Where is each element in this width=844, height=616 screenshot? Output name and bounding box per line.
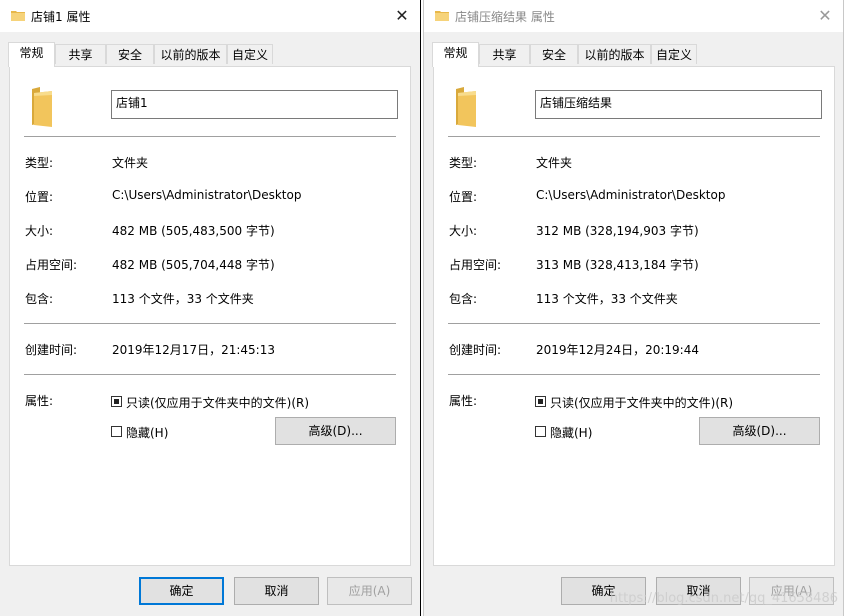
- tab-sharing[interactable]: 共享: [479, 44, 530, 64]
- size-on-disk-value: 313 MB (328,413,184 字节): [536, 258, 699, 272]
- tab-general[interactable]: 常规: [432, 42, 479, 67]
- tab-general[interactable]: 常规: [8, 42, 55, 67]
- window-title: 店铺压缩结果 属性: [455, 10, 555, 24]
- tab-customize[interactable]: 自定义: [227, 44, 273, 64]
- type-label: 类型:: [25, 156, 54, 170]
- folder-icon: [32, 87, 52, 127]
- divider: [24, 374, 396, 375]
- readonly-checkbox-label[interactable]: 只读(仅应用于文件夹中的文件)(R): [126, 394, 309, 411]
- size-label: 大小:: [449, 224, 478, 238]
- attributes-label: 属性:: [449, 394, 478, 408]
- title-bar[interactable]: 店铺1 属性 ✕: [0, 0, 420, 32]
- properties-window-right: 店铺压缩结果 属性 ✕ 常规 共享 安全 以前的版本 自定义 店铺压缩结果 类型…: [423, 0, 844, 616]
- general-panel: 店铺1 类型: 文件夹 位置: C:\Users\Administrator\D…: [9, 66, 411, 566]
- size-on-disk-label: 占用空间:: [449, 258, 502, 272]
- size-value: 312 MB (328,194,903 字节): [536, 224, 699, 238]
- cancel-button[interactable]: 取消: [234, 577, 319, 605]
- contains-label: 包含:: [25, 292, 54, 306]
- tab-security[interactable]: 安全: [106, 44, 154, 64]
- hidden-checkbox-label[interactable]: 隐藏(H): [126, 424, 168, 441]
- size-label: 大小:: [25, 224, 54, 238]
- readonly-checkbox-label[interactable]: 只读(仅应用于文件夹中的文件)(R): [550, 394, 733, 411]
- contains-label: 包含:: [449, 292, 478, 306]
- created-label: 创建时间:: [25, 343, 78, 357]
- location-label: 位置:: [25, 190, 54, 204]
- type-value: 文件夹: [536, 156, 573, 170]
- divider: [448, 136, 820, 137]
- created-value: 2019年12月17日，21:45:13: [112, 343, 275, 357]
- folder-name-input[interactable]: 店铺1: [111, 90, 398, 119]
- location-value[interactable]: C:\Users\Administrator\Desktop: [112, 188, 301, 202]
- ok-button[interactable]: 确定: [139, 577, 224, 605]
- readonly-checkbox[interactable]: [111, 396, 122, 407]
- size-on-disk-value: 482 MB (505,704,448 字节): [112, 258, 275, 272]
- folder-name-input[interactable]: 店铺压缩结果: [535, 90, 822, 119]
- readonly-checkbox[interactable]: [535, 396, 546, 407]
- window-title: 店铺1 属性: [31, 10, 91, 24]
- watermark: https://blog.csdn.net/qq_41658486: [609, 591, 838, 606]
- advanced-button[interactable]: 高级(D)...: [275, 417, 396, 445]
- divider: [24, 136, 396, 137]
- general-panel: 店铺压缩结果 类型: 文件夹 位置: C:\Users\Administrato…: [433, 66, 835, 566]
- folder-icon: [456, 87, 476, 127]
- created-label: 创建时间:: [449, 343, 502, 357]
- close-icon[interactable]: ✕: [388, 2, 416, 30]
- advanced-button[interactable]: 高级(D)...: [699, 417, 820, 445]
- hidden-checkbox[interactable]: [535, 426, 546, 437]
- folder-icon: [11, 11, 25, 21]
- attributes-label: 属性:: [25, 394, 54, 408]
- type-value: 文件夹: [112, 156, 149, 170]
- size-on-disk-label: 占用空间:: [25, 258, 78, 272]
- title-bar[interactable]: 店铺压缩结果 属性 ✕: [424, 0, 843, 32]
- properties-window-left: 店铺1 属性 ✕ 常规 共享 安全 以前的版本 自定义 店铺1 类型: 文件夹 …: [0, 0, 421, 616]
- hidden-checkbox-label[interactable]: 隐藏(H): [550, 424, 592, 441]
- apply-button[interactable]: 应用(A): [327, 577, 412, 605]
- divider: [24, 323, 396, 324]
- hidden-checkbox[interactable]: [111, 426, 122, 437]
- divider: [448, 374, 820, 375]
- created-value: 2019年12月24日，20:19:44: [536, 343, 699, 357]
- type-label: 类型:: [449, 156, 478, 170]
- contains-value: 113 个文件，33 个文件夹: [536, 292, 678, 306]
- tab-security[interactable]: 安全: [530, 44, 578, 64]
- folder-icon: [435, 11, 449, 21]
- size-value: 482 MB (505,483,500 字节): [112, 224, 275, 238]
- tab-customize[interactable]: 自定义: [651, 44, 697, 64]
- tab-previous-versions[interactable]: 以前的版本: [578, 44, 651, 64]
- location-label: 位置:: [449, 190, 478, 204]
- close-icon[interactable]: ✕: [811, 2, 839, 30]
- location-value[interactable]: C:\Users\Administrator\Desktop: [536, 188, 725, 202]
- contains-value: 113 个文件，33 个文件夹: [112, 292, 254, 306]
- tab-previous-versions[interactable]: 以前的版本: [154, 44, 227, 64]
- divider: [448, 323, 820, 324]
- tab-sharing[interactable]: 共享: [55, 44, 106, 64]
